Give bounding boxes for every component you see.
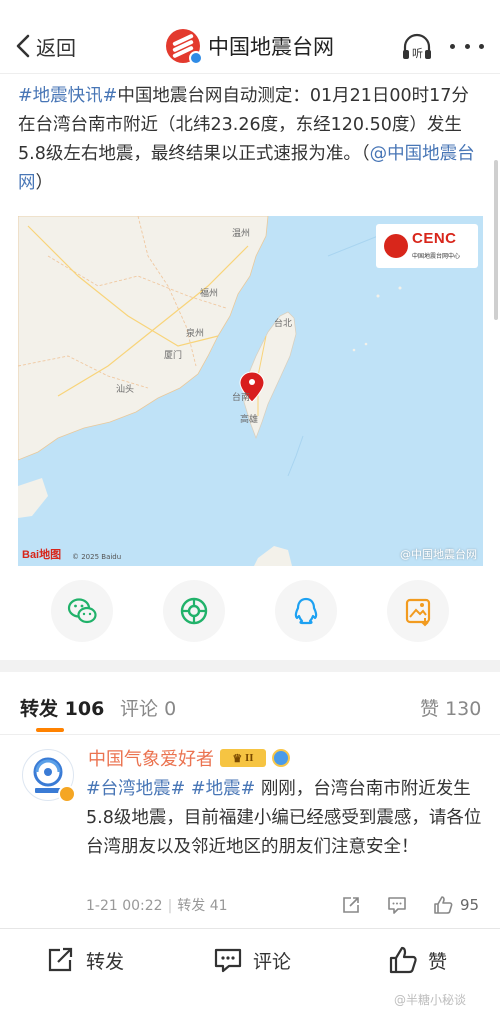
tab-repost[interactable]: 转发 106: [20, 694, 104, 721]
thumbs-up-icon: [389, 946, 417, 974]
avatar[interactable]: [22, 749, 76, 803]
repost-count: 转发 41: [177, 898, 228, 914]
level-badge: ♛ II: [220, 749, 266, 767]
repost-time: 1-21 00:22: [86, 898, 163, 914]
tab-comment-label: 评论: [120, 698, 159, 720]
hashtag-link[interactable]: #地震#: [191, 779, 255, 799]
dot-icon: [464, 43, 470, 49]
save-image-button[interactable]: [387, 580, 449, 642]
hashtag-link[interactable]: #地震快讯#: [18, 86, 117, 106]
comment-icon[interactable]: [386, 894, 408, 916]
back-label: 返回: [36, 35, 76, 60]
likes-count: 95: [460, 896, 480, 914]
comment-button[interactable]: 评论: [213, 943, 291, 977]
item-actions: 95: [340, 893, 479, 917]
interaction-tabs: 转发 106 评论 0 赞 130: [0, 672, 500, 736]
post-tail-text: ）: [35, 173, 54, 193]
share-qq-button[interactable]: [275, 580, 337, 642]
tab-likes-label: 赞: [420, 698, 440, 720]
listen-button[interactable]: 听: [400, 32, 434, 62]
image-watermark: @中国地震台网: [400, 548, 477, 561]
cenc-subtitle: 中国地震台网中心: [412, 253, 461, 260]
headphones-icon: 听: [403, 33, 431, 60]
share-moments-button[interactable]: [163, 580, 225, 642]
tab-comment-count: 0: [164, 698, 177, 720]
comment-label: 评论: [253, 950, 292, 973]
map-label-tainan: 台南: [232, 393, 251, 403]
cenc-emblem-icon: [384, 234, 408, 258]
wechat-icon: [67, 598, 97, 624]
map-graphic: [18, 216, 439, 566]
meta-separator: |: [167, 898, 173, 914]
map-label-shantou: 汕头: [116, 385, 135, 395]
tab-comment[interactable]: 评论 0: [120, 694, 176, 721]
listen-label: 听: [412, 47, 423, 60]
comment-icon: [214, 948, 242, 973]
top-nav-bar: 返回 中国地震台网 听: [0, 0, 500, 88]
author-row: 中国气象爱好者 ♛ II: [88, 745, 290, 771]
dot-icon: [450, 43, 455, 49]
crown-icon: ♛: [232, 752, 243, 765]
post-text: #地震快讯#中国地震台网自动测定：01月21日00时17分在台湾台南市附近（北纬…: [18, 82, 480, 198]
share-wechat-button[interactable]: [51, 580, 113, 642]
account-header[interactable]: 中国地震台网: [166, 28, 334, 65]
tab-likes-count: 130: [445, 698, 482, 720]
map-label-taibei: 台北: [274, 319, 293, 329]
tab-likes[interactable]: 赞 130: [420, 694, 481, 721]
repost-label: 转发: [86, 950, 125, 973]
repost-button[interactable]: 转发: [46, 943, 124, 977]
map-label-xiamen: 厦门: [164, 351, 183, 361]
share-out-icon[interactable]: [340, 894, 362, 916]
qq-icon: [294, 597, 318, 625]
baidu-map-logo: Bai地图: [22, 549, 62, 561]
save-image-icon: [405, 598, 431, 627]
active-tab-indicator: [36, 728, 64, 732]
cenc-name: CENC: [412, 230, 457, 247]
like-button[interactable]: 赞: [388, 943, 447, 977]
cenc-logo: CENC 中国地震台网中心: [376, 224, 478, 268]
chevron-left-icon: [16, 34, 30, 58]
level-badge-text: II: [245, 752, 254, 764]
share-row: [0, 580, 500, 648]
page-title: 中国地震台网: [208, 35, 334, 59]
moments-icon: [180, 597, 208, 625]
author-name[interactable]: 中国气象爱好者: [88, 745, 214, 771]
repost-icon: [48, 947, 73, 972]
map-label-quanzhou: 泉州: [186, 329, 205, 339]
back-button[interactable]: 返回: [12, 30, 76, 62]
verified-badge-icon: [58, 785, 76, 803]
like-label: 赞: [428, 950, 448, 973]
bottom-toolbar: 转发 评论 赞 @半糖小秘谈: [0, 929, 500, 1010]
map-copyright: © 2025 Baidu: [72, 553, 122, 561]
verified-badge-icon: [189, 51, 203, 65]
hashtag-link[interactable]: #台湾地震#: [86, 779, 185, 799]
repost-text: #台湾地震# #地震# 刚刚，台湾台南市附近发生5.8级地震，目前福建小编已经感…: [86, 775, 482, 862]
map-label-fuzhou: 福州: [200, 289, 219, 299]
membership-badge-icon: [272, 749, 290, 767]
section-gap: [0, 660, 500, 672]
map-label-wenzhou: 温州: [232, 229, 251, 239]
tab-repost-count: 106: [64, 698, 105, 720]
more-options-button[interactable]: [450, 32, 484, 60]
nav-divider: [0, 73, 500, 74]
repost-meta: 1-21 00:22 | 转发 41: [86, 895, 228, 915]
tab-repost-label: 转发: [20, 698, 59, 720]
list-item: 中国气象爱好者 ♛ II #台湾地震# #地震# 刚刚，台湾台南市附近发生5.8…: [0, 735, 500, 925]
account-avatar[interactable]: [166, 29, 203, 65]
scrollbar[interactable]: [494, 160, 498, 320]
earthquake-map[interactable]: 福州 台北 台南 高雄 厦门 汕头 泉州 温州 CENC 中国地震台网中心 Ba…: [18, 216, 483, 566]
thumbs-up-icon[interactable]: [432, 894, 454, 916]
dot-icon: [479, 43, 484, 49]
bottom-watermark: @半糖小秘谈: [393, 993, 466, 1007]
map-label-gaoxiong: 高雄: [240, 415, 259, 425]
